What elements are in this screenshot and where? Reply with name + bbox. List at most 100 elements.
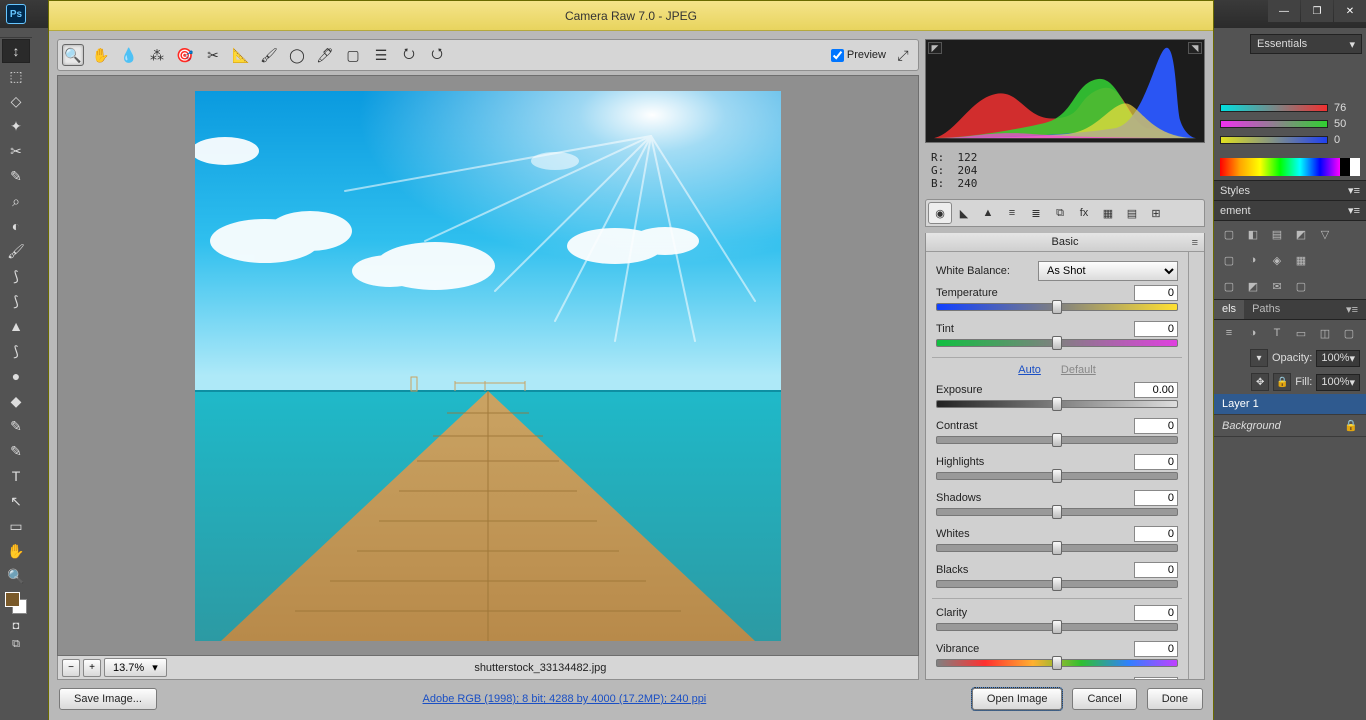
cr-tool-0[interactable]: 🔍	[62, 44, 84, 66]
lock-icon[interactable]: 🔒	[1273, 373, 1291, 391]
slider-thumb[interactable]	[1052, 541, 1062, 555]
slider-input[interactable]	[1134, 677, 1178, 679]
layer-icon-5[interactable]: ▢	[1340, 324, 1358, 342]
opacity-value[interactable]: 100%▾	[1316, 350, 1360, 367]
cr-tab-4[interactable]: ≣	[1024, 202, 1048, 224]
menu-icon[interactable]: ▾≡	[1348, 184, 1360, 197]
slider-input[interactable]	[1134, 526, 1178, 542]
slider-track[interactable]	[936, 659, 1178, 667]
cr-tool-1[interactable]: ✋	[90, 44, 112, 66]
cr-tab-3[interactable]: ≡	[1000, 202, 1024, 224]
color-bar-1[interactable]	[1220, 120, 1328, 128]
ps-tool-21[interactable]: 🔍	[2, 564, 30, 588]
slider-track[interactable]	[936, 508, 1178, 516]
slider-input[interactable]	[1134, 285, 1178, 301]
highlight-clip-icon[interactable]: ◥	[1188, 42, 1202, 54]
toolbox-grip[interactable]	[0, 28, 32, 38]
slider-thumb[interactable]	[1052, 577, 1062, 591]
slider-thumb[interactable]	[1052, 433, 1062, 447]
adjust-a-icon-3[interactable]: ◩	[1292, 225, 1310, 243]
zoom-dropdown[interactable]: 13.7%▾	[104, 658, 167, 677]
slider-track[interactable]	[936, 472, 1178, 480]
slider-track[interactable]	[936, 339, 1178, 347]
styles-header[interactable]: Styles▾≡	[1214, 180, 1366, 201]
ps-tool-18[interactable]: ↖	[2, 489, 30, 513]
maximize-button[interactable]: ❐	[1301, 0, 1333, 22]
swatch[interactable]	[5, 592, 27, 614]
ps-tool-15[interactable]: ✎	[2, 414, 30, 438]
cr-tool-12[interactable]: ⭮	[398, 44, 420, 66]
cr-tool-7[interactable]: 🖌	[258, 44, 280, 66]
adjust-a-icon-1[interactable]: ◧	[1244, 225, 1262, 243]
cr-tool-8[interactable]: ◯	[286, 44, 308, 66]
adjust-c-icon-1[interactable]: ◩	[1244, 277, 1262, 295]
menu-icon[interactable]: ▾≡	[1338, 300, 1366, 319]
adjust-c-icon-2[interactable]: ✉	[1268, 277, 1286, 295]
cr-tab-1[interactable]: ◣	[952, 202, 976, 224]
slider-input[interactable]	[1134, 454, 1178, 470]
workflow-link[interactable]: Adobe RGB (1998); 8 bit; 4288 by 4000 (1…	[167, 693, 962, 705]
ps-tool-12[interactable]: ⟆	[2, 339, 30, 363]
minimize-button[interactable]: —	[1268, 0, 1300, 22]
slider-input[interactable]	[1134, 382, 1178, 398]
slider-thumb[interactable]	[1052, 620, 1062, 634]
slider-thumb[interactable]	[1052, 397, 1062, 411]
white-balance-select[interactable]: As Shot	[1038, 261, 1178, 281]
ps-tool-19[interactable]: ▭	[2, 514, 30, 538]
adjust-a-icon-0[interactable]: ▢	[1220, 225, 1238, 243]
fill-value[interactable]: 100%▾	[1316, 374, 1360, 391]
ps-tool-6[interactable]: ⌕	[2, 189, 30, 213]
cr-tab-0[interactable]: ◉	[928, 202, 952, 224]
slider-thumb[interactable]	[1052, 656, 1062, 670]
preview-checkbox[interactable]: Preview	[831, 49, 886, 62]
cr-tool-2[interactable]: 💧	[118, 44, 140, 66]
auto-link[interactable]: Auto	[1018, 364, 1041, 376]
color-bar-0[interactable]	[1220, 104, 1328, 112]
panel-menu-icon[interactable]: ≡	[1192, 237, 1198, 249]
slider-input[interactable]	[1134, 321, 1178, 337]
adjust-b-icon-3[interactable]: ▦	[1292, 251, 1310, 269]
cr-tool-9[interactable]: 🖊	[314, 44, 336, 66]
cr-tool-10[interactable]: ▢	[342, 44, 364, 66]
default-link[interactable]: Default	[1061, 364, 1096, 376]
cr-tool-6[interactable]: 📐	[230, 44, 252, 66]
save-image-button[interactable]: Save Image...	[59, 688, 157, 710]
zoom-out-button[interactable]: −	[62, 659, 80, 677]
slider-track[interactable]	[936, 580, 1178, 588]
slider-input[interactable]	[1134, 605, 1178, 621]
slider-track[interactable]	[936, 400, 1178, 408]
cancel-button[interactable]: Cancel	[1072, 688, 1136, 710]
done-button[interactable]: Done	[1147, 688, 1203, 710]
slider-input[interactable]	[1134, 562, 1178, 578]
tab-paths[interactable]: Paths	[1244, 300, 1288, 319]
ps-tool-3[interactable]: ✦	[2, 114, 30, 138]
histogram[interactable]: ◤ ◥	[925, 39, 1205, 143]
slider-track[interactable]	[936, 623, 1178, 631]
cr-tab-5[interactable]: ⧉	[1048, 202, 1072, 224]
cr-tool-11[interactable]: ☰	[370, 44, 392, 66]
foreground-swatch[interactable]	[5, 592, 20, 607]
layer-icon-1[interactable]: ◑	[1244, 324, 1262, 342]
layer-icon-2[interactable]: T	[1268, 324, 1286, 342]
ps-tool-14[interactable]: ◆	[2, 389, 30, 413]
blend-dropdown[interactable]: ▾	[1250, 349, 1268, 367]
cr-tab-9[interactable]: ⊞	[1144, 202, 1168, 224]
ps-tool-1[interactable]: ⬚	[2, 64, 30, 88]
layer-icon-4[interactable]: ◫	[1316, 324, 1334, 342]
color-bar-2[interactable]	[1220, 136, 1328, 144]
preview-check[interactable]	[831, 49, 844, 62]
cr-tool-3[interactable]: ⁂	[146, 44, 168, 66]
layer-row-1[interactable]: Background🔒	[1214, 415, 1366, 437]
ps-tool-20[interactable]: ✋	[2, 539, 30, 563]
cr-tab-2[interactable]: ▲	[976, 202, 1000, 224]
fullscreen-icon[interactable]: ⤢	[892, 44, 914, 66]
adjust-b-icon-2[interactable]: ◈	[1268, 251, 1286, 269]
slider-track[interactable]	[936, 544, 1178, 552]
ps-tool-7[interactable]: ◐	[2, 214, 30, 238]
panel-scrollbar[interactable]	[1188, 252, 1204, 679]
ps-tool-2[interactable]: ◇	[2, 89, 30, 113]
quickmask-icon[interactable]: ◘	[2, 618, 30, 634]
shadow-clip-icon[interactable]: ◤	[928, 42, 942, 54]
cr-tab-8[interactable]: ▤	[1120, 202, 1144, 224]
slider-input[interactable]	[1134, 641, 1178, 657]
